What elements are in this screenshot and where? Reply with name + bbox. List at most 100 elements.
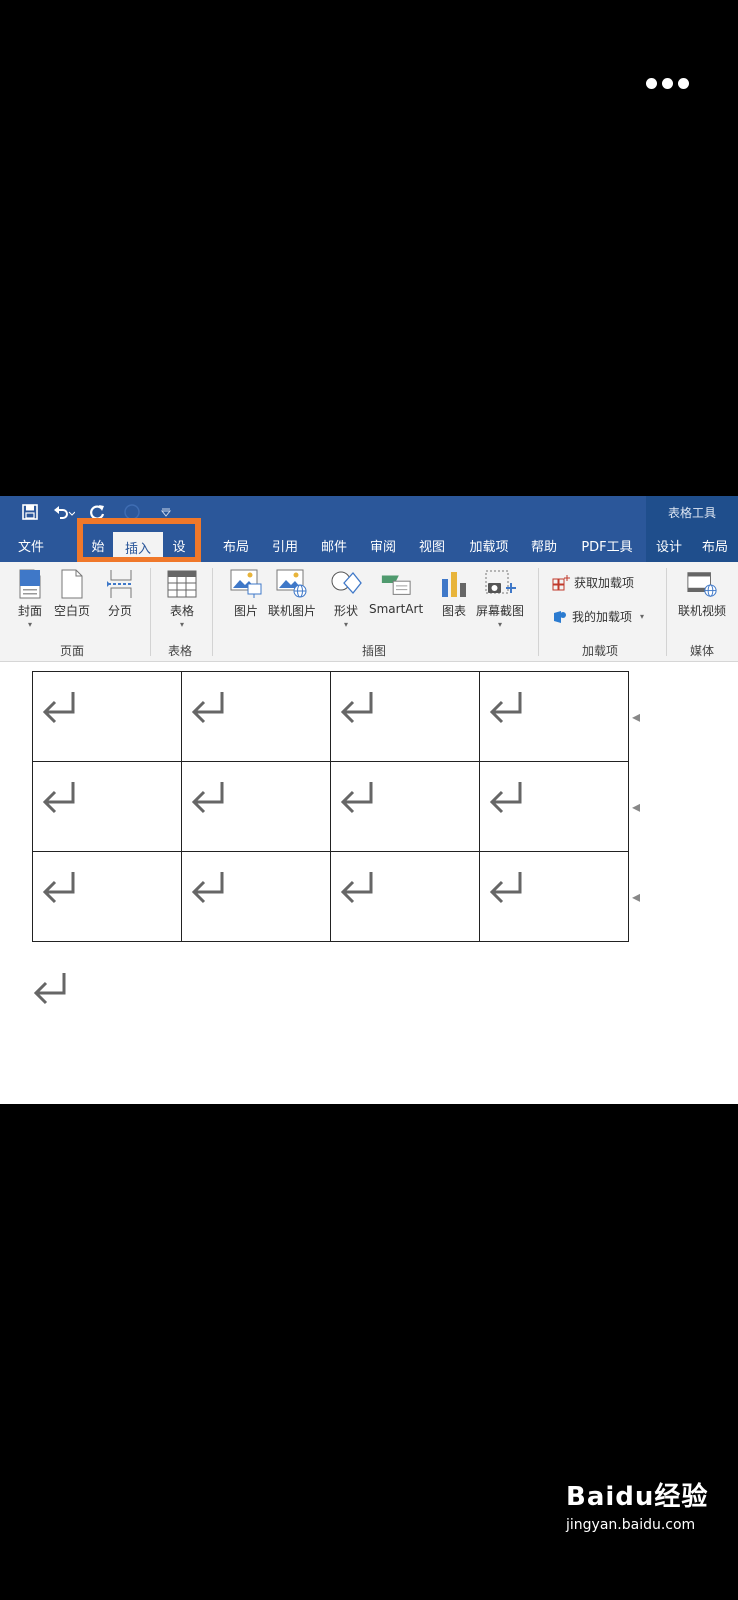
- row-end-mark-icon: ◂: [632, 797, 641, 816]
- cell-end-mark-icon: [340, 692, 373, 724]
- table-icon: [166, 568, 198, 600]
- cell-end-mark-icon: [191, 872, 224, 904]
- tab-table-design[interactable]: 设计: [646, 528, 692, 562]
- online-picture-button[interactable]: 联机图片: [268, 568, 316, 619]
- group-separator: [666, 568, 667, 656]
- table-cell[interactable]: [181, 671, 331, 762]
- blank-page-button[interactable]: 空白页: [54, 568, 90, 619]
- undo-icon[interactable]: [52, 502, 76, 522]
- table-button[interactable]: 表格 ▾: [166, 568, 198, 630]
- cell-end-mark-icon: [191, 782, 224, 814]
- dropdown-caret-icon: ▾: [27, 620, 32, 629]
- group-separator: [538, 568, 539, 656]
- document-table[interactable]: [32, 671, 629, 942]
- get-addins-button[interactable]: 获取加载项: [552, 574, 634, 591]
- tab-help[interactable]: 帮助: [524, 528, 564, 562]
- tab-references[interactable]: 引用: [265, 528, 305, 562]
- table-row: [32, 671, 629, 762]
- word-screenshot: 表格工具 文件 始 插入 设 布局 引用 邮件 审阅 视图 加载项 帮助 PDF…: [0, 496, 738, 1104]
- page-break-label: 分页: [107, 604, 132, 618]
- cell-end-mark-icon: [489, 692, 522, 724]
- tab-insert[interactable]: 插入: [113, 532, 163, 562]
- tab-view[interactable]: 视图: [412, 528, 452, 562]
- blank-page-icon: [56, 568, 88, 600]
- tab-home[interactable]: 始: [83, 528, 113, 562]
- store-icon: [552, 574, 570, 590]
- table-cell[interactable]: [330, 761, 480, 852]
- table-tools-header: 表格工具: [646, 496, 738, 528]
- page-break-button[interactable]: 分页: [104, 568, 136, 619]
- watermark-logo: Baidu经验: [566, 1482, 709, 1512]
- picture-button[interactable]: 图片: [230, 568, 262, 619]
- table-cell[interactable]: [181, 761, 331, 852]
- baidu-watermark: Baidu经验 jingyan.baidu.com: [566, 1476, 708, 1533]
- table-label: 表格: [169, 604, 194, 618]
- screenshot-button[interactable]: 屏幕截图 ▾: [476, 568, 524, 630]
- blank-page-label: 空白页: [54, 604, 91, 618]
- dropdown-caret-icon: ▾: [640, 612, 645, 621]
- chart-icon: [438, 568, 470, 600]
- dropdown-caret-icon: ▾: [343, 620, 348, 629]
- cell-end-mark-icon: [42, 782, 75, 814]
- picture-label: 图片: [233, 604, 258, 618]
- tab-design[interactable]: 设: [163, 528, 195, 562]
- group-label-pages: 页面: [60, 644, 85, 658]
- more-options-icon[interactable]: [646, 76, 690, 90]
- cell-end-mark-icon: [489, 872, 522, 904]
- table-row: [32, 851, 629, 942]
- tab-pdf-tools[interactable]: PDF工具: [576, 528, 638, 562]
- cell-end-mark-icon: [191, 692, 224, 724]
- page-break-icon: [104, 568, 136, 600]
- cover-page-button[interactable]: 封面 ▾: [14, 568, 46, 630]
- customize-arrow-icon[interactable]: [154, 502, 178, 522]
- smartart-icon: [380, 568, 412, 600]
- table-cell[interactable]: [330, 851, 480, 942]
- tab-table-layout[interactable]: 布局: [692, 528, 738, 562]
- table-cell[interactable]: [32, 851, 182, 942]
- my-addins-button[interactable]: 我的加载项 ▾: [552, 608, 644, 625]
- table-cell[interactable]: [32, 761, 182, 852]
- dropdown-caret-icon: ▾: [498, 620, 503, 629]
- paragraph-mark-icon: [33, 973, 66, 1005]
- table-cell[interactable]: [330, 671, 480, 762]
- table-cell[interactable]: [479, 761, 629, 852]
- table-row: [32, 761, 629, 852]
- screenshot-label: 屏幕截图: [476, 604, 525, 618]
- cell-end-mark-icon: [42, 692, 75, 724]
- online-video-label: 联机视频: [678, 604, 727, 618]
- table-cell[interactable]: [479, 851, 629, 942]
- document-canvas[interactable]: ◂ ◂ ◂: [0, 663, 738, 1104]
- group-label-addins: 加载项: [582, 644, 619, 658]
- redo-icon[interactable]: [86, 502, 110, 522]
- tab-review[interactable]: 审阅: [363, 528, 403, 562]
- smartart-button[interactable]: SmartArt: [369, 568, 423, 616]
- tab-layout[interactable]: 布局: [216, 528, 256, 562]
- row-end-mark-icon: ◂: [632, 707, 641, 726]
- table-cell[interactable]: [181, 851, 331, 942]
- table-cell[interactable]: [32, 671, 182, 762]
- shapes-button[interactable]: 形状 ▾: [330, 568, 362, 630]
- tab-addins[interactable]: 加载项: [462, 528, 516, 562]
- tab-mailings[interactable]: 邮件: [314, 528, 354, 562]
- my-addins-icon: [554, 610, 566, 623]
- online-picture-label: 联机图片: [268, 604, 317, 618]
- touch-mode-icon[interactable]: [120, 502, 144, 522]
- cell-end-mark-icon: [489, 782, 522, 814]
- table-cell[interactable]: [479, 671, 629, 762]
- group-separator: [212, 568, 213, 656]
- tab-file[interactable]: 文件: [10, 528, 52, 562]
- get-addins-label: 获取加载项: [574, 576, 635, 590]
- shapes-icon: [330, 568, 362, 600]
- online-video-icon: [686, 568, 718, 600]
- save-icon[interactable]: [18, 502, 42, 522]
- my-addins-label: 我的加载项: [572, 610, 633, 624]
- cover-page-label: 封面: [17, 604, 42, 618]
- chart-button[interactable]: 图表: [438, 568, 470, 619]
- screenshot-icon: [484, 568, 516, 600]
- group-label-tables: 表格: [168, 644, 193, 658]
- online-video-button[interactable]: 联机视频: [678, 568, 726, 619]
- shapes-label: 形状: [333, 604, 358, 618]
- cover-page-icon: [14, 568, 46, 600]
- cell-end-mark-icon: [340, 782, 373, 814]
- cell-end-mark-icon: [340, 872, 373, 904]
